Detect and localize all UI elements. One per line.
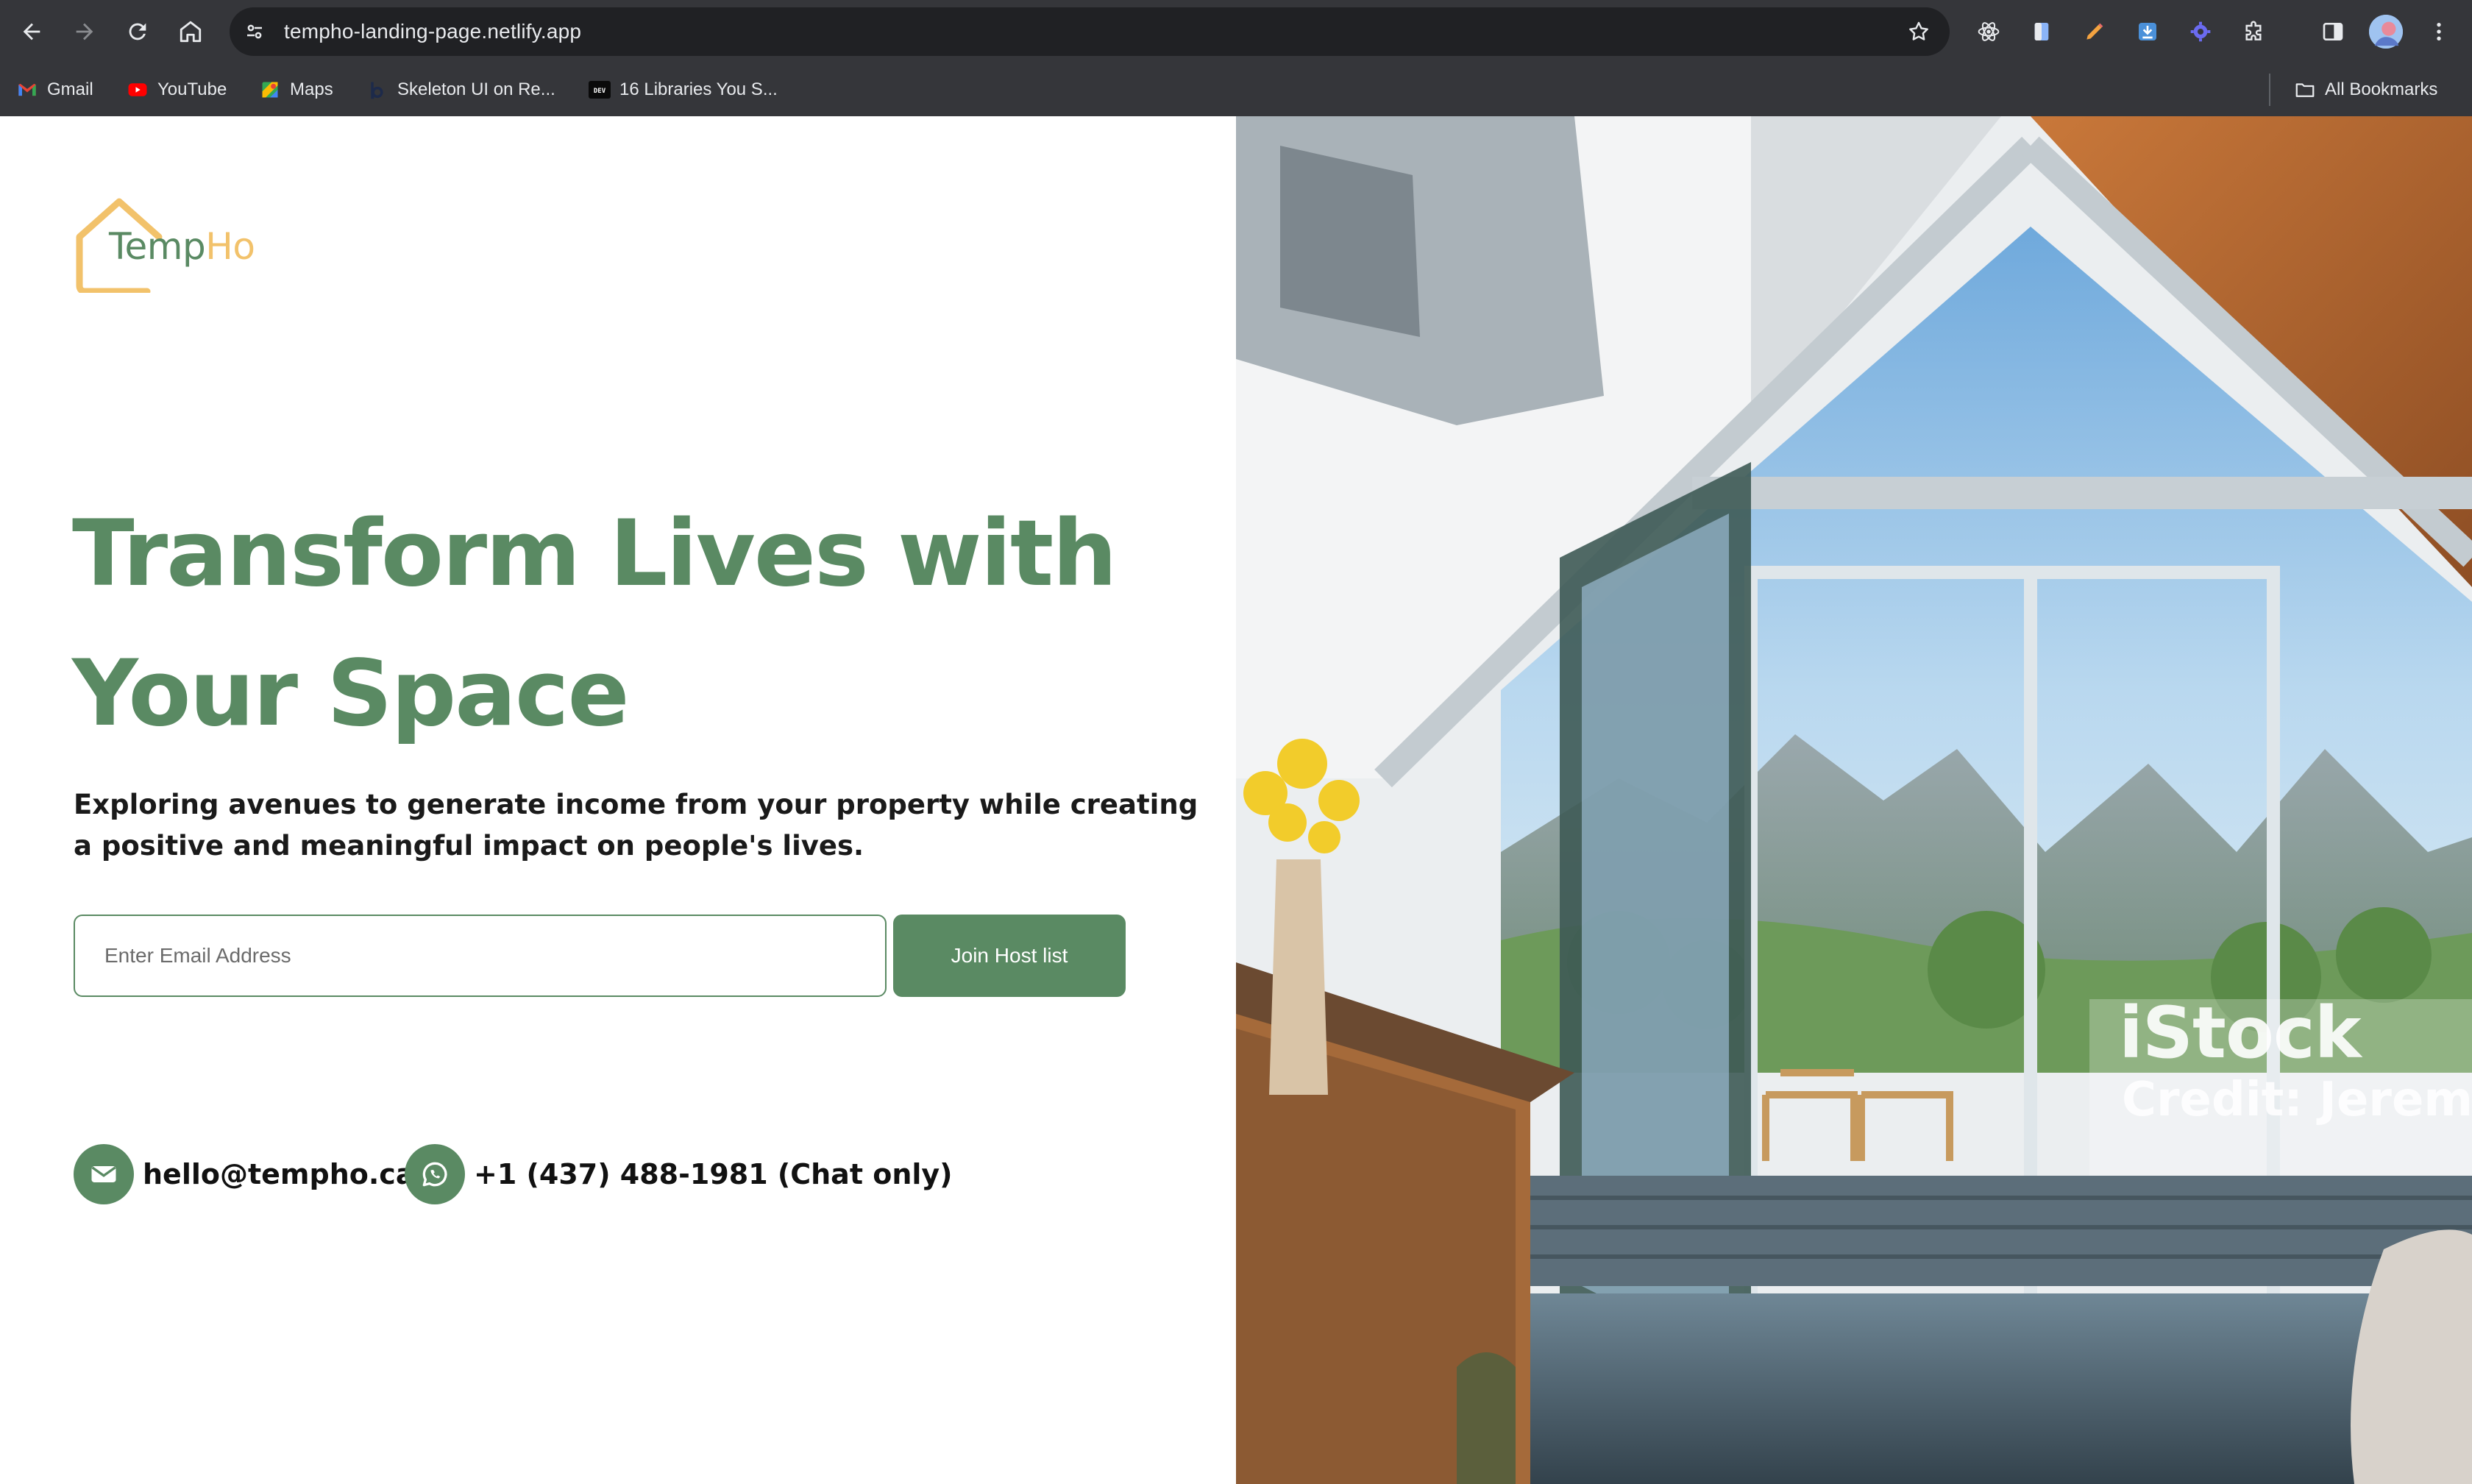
youtube-icon xyxy=(127,79,149,101)
headline-line-1: Transform Lives with xyxy=(72,501,1118,607)
hero-headline: Transform Lives with Your Space xyxy=(72,484,1176,764)
gear-extension[interactable] xyxy=(2184,15,2217,49)
profile-avatar[interactable] xyxy=(2369,15,2403,49)
back-button[interactable] xyxy=(13,13,50,50)
browser-chrome: tempho-landing-page.netlify.app Gmail Yo… xyxy=(0,0,2472,116)
svg-text:DEV: DEV xyxy=(594,88,606,95)
address-bar[interactable]: tempho-landing-page.netlify.app xyxy=(230,7,1950,56)
browser-toolbar: tempho-landing-page.netlify.app xyxy=(0,0,2472,63)
side-panel-button[interactable] xyxy=(2316,15,2350,49)
home-button[interactable] xyxy=(172,13,209,50)
reload-button[interactable] xyxy=(119,13,156,50)
bookmarks-bar: Gmail YouTube Maps Skeleton UI on Re... … xyxy=(0,63,2472,116)
menu-button[interactable] xyxy=(2422,15,2456,49)
tempho-logo[interactable]: TempHo xyxy=(74,190,272,293)
cabin-illustration xyxy=(1236,116,2472,1484)
url-text[interactable]: tempho-landing-page.netlify.app xyxy=(284,7,581,56)
hero-photo-cabin-interior: iStock Credit: Jeremy xyxy=(1236,116,2472,1484)
react-devtools-extension[interactable] xyxy=(1972,15,2006,49)
bookmark-gmail[interactable]: Gmail xyxy=(16,74,93,106)
landing-page: TempHo Transform Lives with Your Space E… xyxy=(0,116,2472,1484)
bookmark-label: Maps xyxy=(290,79,333,99)
contact-email-text[interactable]: hello@tempho.ca xyxy=(143,1158,414,1190)
skeleton-icon xyxy=(366,79,388,101)
tune-icon xyxy=(247,24,262,39)
arrow-right-icon xyxy=(76,23,93,40)
color-picker-extension[interactable] xyxy=(2078,15,2112,49)
bookmark-label: Gmail xyxy=(47,79,93,99)
all-bookmarks-label: All Bookmarks xyxy=(2325,79,2438,99)
bookmark-label: YouTube xyxy=(157,79,227,99)
join-host-list-button[interactable]: Join Host list xyxy=(893,915,1126,997)
bookmark-dev[interactable]: DEV 16 Libraries You S... xyxy=(589,74,778,106)
document-icon xyxy=(2034,23,2049,40)
dev-icon: DEV xyxy=(589,79,611,101)
folder-icon xyxy=(2294,79,2316,101)
envelope-icon xyxy=(74,1144,134,1204)
headline-line-2: Your Space xyxy=(72,641,630,747)
more-vert-icon xyxy=(2437,23,2441,40)
bookmark-maps[interactable]: Maps xyxy=(259,74,333,106)
contact-email[interactable]: hello@tempho.ca xyxy=(74,1143,414,1205)
logo-text-ho: Ho xyxy=(205,225,255,268)
home-icon xyxy=(180,21,202,43)
extensions-button[interactable] xyxy=(2237,15,2270,49)
puzzle-icon xyxy=(2245,21,2262,40)
logo-text-temp: Temp xyxy=(109,225,206,268)
reload-icon xyxy=(129,23,146,40)
contact-phone[interactable]: +1 (437) 488-1981 (Chat only) xyxy=(405,1143,953,1205)
maps-icon xyxy=(259,79,281,101)
bookmark-label: 16 Libraries You S... xyxy=(619,79,778,99)
forward-button[interactable] xyxy=(66,13,103,50)
star-icon xyxy=(1909,21,1928,40)
download-extension[interactable] xyxy=(2131,15,2164,49)
all-bookmarks-button[interactable]: All Bookmarks xyxy=(2294,74,2437,106)
bookmark-skeleton[interactable]: Skeleton UI on Re... xyxy=(366,74,555,106)
pencil-icon xyxy=(2086,23,2103,40)
bookmark-youtube[interactable]: YouTube xyxy=(127,74,227,106)
bookmark-label: Skeleton UI on Re... xyxy=(397,79,555,99)
istock-credit: Credit: Jeremy xyxy=(2122,1073,2472,1127)
istock-watermark: iStock xyxy=(2119,992,2362,1074)
gear-icon xyxy=(2190,21,2211,42)
bookmarks-separator xyxy=(2269,74,2270,106)
bookmark-star-button[interactable] xyxy=(1904,17,1933,46)
docs-extension[interactable] xyxy=(2025,15,2059,49)
logo-wordmark: TempHo xyxy=(109,225,255,268)
site-settings-button[interactable] xyxy=(240,17,269,46)
avatar-icon xyxy=(2369,15,2403,49)
gmail-icon xyxy=(16,79,38,101)
contact-phone-text[interactable]: +1 (437) 488-1981 (Chat only) xyxy=(474,1158,953,1190)
side-panel-icon xyxy=(2323,23,2343,40)
whatsapp-icon xyxy=(405,1144,465,1204)
download-icon xyxy=(2139,23,2156,40)
react-icon xyxy=(1978,22,2000,41)
arrow-left-icon xyxy=(23,23,40,40)
hero-left-panel: TempHo Transform Lives with Your Space E… xyxy=(0,116,1236,1484)
email-input[interactable] xyxy=(74,915,887,997)
hero-subheadline: Exploring avenues to generate income fro… xyxy=(74,789,1198,862)
